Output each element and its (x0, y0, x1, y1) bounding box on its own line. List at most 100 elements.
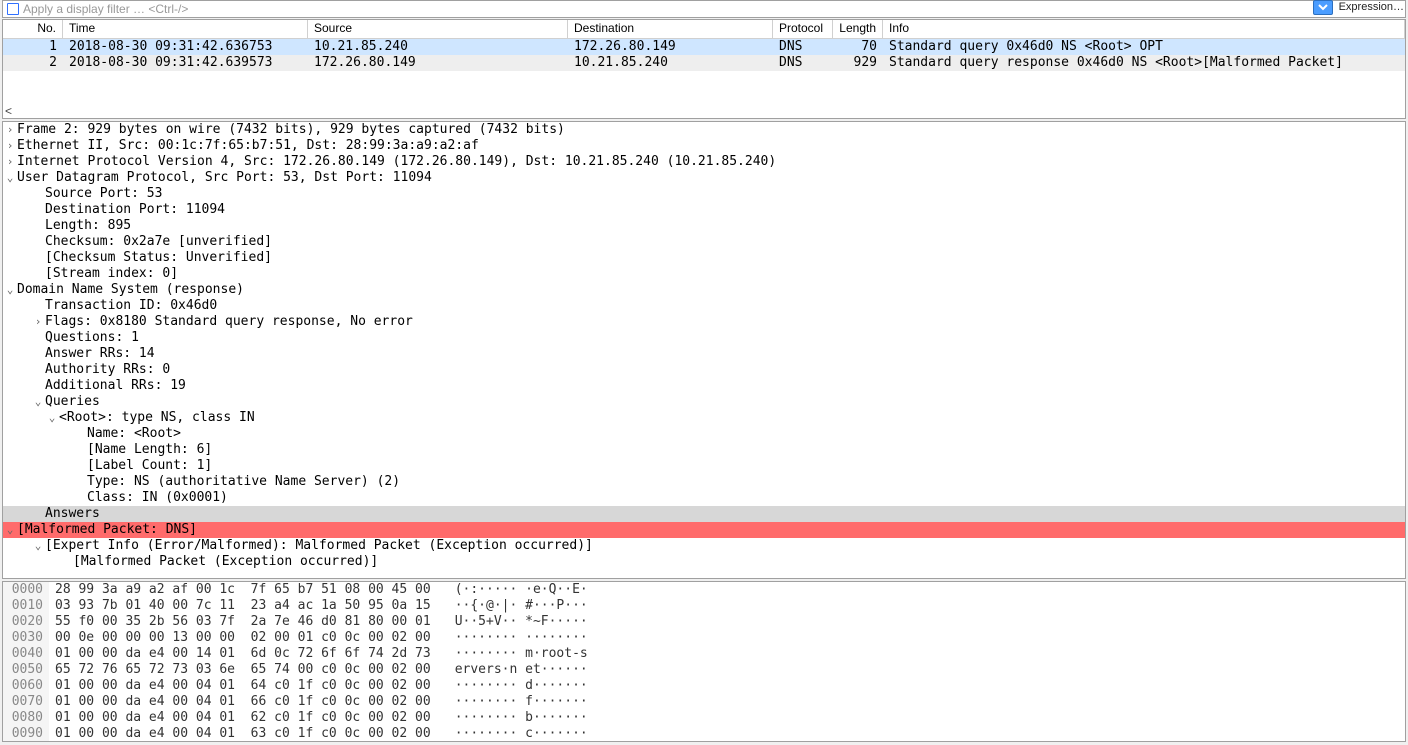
detail-text: <Root>: type NS, class IN (59, 410, 255, 426)
detail-line[interactable]: ⌄<Root>: type NS, class IN (3, 410, 1405, 426)
detail-line[interactable]: ⌄[Malformed Packet: DNS] (3, 522, 1405, 538)
collapse-icon[interactable]: ⌄ (3, 170, 17, 186)
hex-offset: 0030 (3, 630, 49, 646)
hex-row[interactable]: 004001 00 00 da e4 00 14 01 6d 0c 72 6f … (3, 646, 1405, 662)
detail-text: Length: 895 (45, 218, 131, 234)
detail-text: Additional RRs: 19 (45, 378, 186, 394)
col-header-info[interactable]: Info (883, 20, 1405, 38)
hex-bytes: 65 72 76 65 72 73 03 6e 65 74 00 c0 0c 0… (49, 662, 431, 678)
detail-line[interactable]: ⌄Queries (3, 394, 1405, 410)
hex-bytes: 00 0e 00 00 00 13 00 00 02 00 01 c0 0c 0… (49, 630, 431, 646)
detail-text: [Checksum Status: Unverified] (45, 250, 272, 266)
detail-text: User Datagram Protocol, Src Port: 53, Ds… (17, 170, 432, 186)
hex-offset: 0000 (3, 582, 49, 598)
hex-bytes: 01 00 00 da e4 00 04 01 62 c0 1f c0 0c 0… (49, 710, 431, 726)
detail-text: Destination Port: 11094 (45, 202, 225, 218)
col-header-dst[interactable]: Destination (568, 20, 773, 38)
bookmark-icon[interactable] (7, 3, 19, 15)
hex-offset: 0050 (3, 662, 49, 678)
col-header-no[interactable]: No. (3, 20, 63, 38)
detail-line[interactable]: Additional RRs: 19 (3, 378, 1405, 394)
detail-line[interactable]: Source Port: 53 (3, 186, 1405, 202)
hex-row[interactable]: 002055 f0 00 35 2b 56 03 7f 2a 7e 46 d0 … (3, 614, 1405, 630)
detail-text: [Malformed Packet (Exception occurred)] (73, 554, 378, 570)
detail-line[interactable]: ›Frame 2: 929 bytes on wire (7432 bits),… (3, 122, 1405, 138)
detail-line[interactable]: Class: IN (0x0001) (3, 490, 1405, 506)
hex-row[interactable]: 005065 72 76 65 72 73 03 6e 65 74 00 c0 … (3, 662, 1405, 678)
expand-icon[interactable]: › (3, 154, 17, 170)
detail-line[interactable]: [Checksum Status: Unverified] (3, 250, 1405, 266)
cell-dst: 172.26.80.149 (568, 39, 773, 55)
collapse-icon[interactable]: ⌄ (31, 394, 45, 410)
cell-len: 70 (833, 39, 883, 55)
packet-bytes-pane[interactable]: 000028 99 3a a9 a2 af 00 1c 7f 65 b7 51 … (2, 581, 1406, 742)
detail-text: Questions: 1 (45, 330, 139, 346)
hex-row[interactable]: 009001 00 00 da e4 00 04 01 63 c0 1f c0 … (3, 726, 1405, 742)
detail-line[interactable]: ⌄Domain Name System (response) (3, 282, 1405, 298)
detail-line[interactable]: Questions: 1 (3, 330, 1405, 346)
detail-line[interactable]: [Stream index: 0] (3, 266, 1405, 282)
col-header-proto[interactable]: Protocol (773, 20, 833, 38)
hex-row[interactable]: 003000 0e 00 00 00 13 00 00 02 00 01 c0 … (3, 630, 1405, 646)
detail-line[interactable]: ⌄[Expert Info (Error/Malformed): Malform… (3, 538, 1405, 554)
detail-text: Answers (45, 506, 100, 522)
detail-line[interactable]: ⌄User Datagram Protocol, Src Port: 53, D… (3, 170, 1405, 186)
collapse-icon[interactable]: ⌄ (3, 522, 17, 538)
col-header-time[interactable]: Time (63, 20, 308, 38)
hex-row[interactable]: 008001 00 00 da e4 00 04 01 62 c0 1f c0 … (3, 710, 1405, 726)
hex-ascii: ········ f······· (431, 694, 588, 710)
detail-line[interactable]: Name: <Root> (3, 426, 1405, 442)
detail-line[interactable]: ›Ethernet II, Src: 00:1c:7f:65:b7:51, Ds… (3, 138, 1405, 154)
hex-offset: 0010 (3, 598, 49, 614)
detail-line[interactable]: Destination Port: 11094 (3, 202, 1405, 218)
packet-details-pane[interactable]: ›Frame 2: 929 bytes on wire (7432 bits),… (2, 121, 1406, 579)
scrollbar-left-icon[interactable]: < (5, 104, 12, 118)
detail-line[interactable]: Length: 895 (3, 218, 1405, 234)
hex-ascii: U··5+V·· *~F····· (431, 614, 588, 630)
detail-line[interactable]: ›Flags: 0x8180 Standard query response, … (3, 314, 1405, 330)
hex-row[interactable]: 007001 00 00 da e4 00 04 01 66 c0 1f c0 … (3, 694, 1405, 710)
detail-text: [Name Length: 6] (87, 442, 212, 458)
cell-info: Standard query response 0x46d0 NS <Root>… (883, 55, 1405, 71)
expand-icon[interactable]: › (31, 314, 45, 330)
cell-time: 2018-08-30 09:31:42.639573 (63, 55, 308, 71)
packet-list-body[interactable]: 12018-08-30 09:31:42.63675310.21.85.2401… (3, 39, 1405, 71)
packet-list-header[interactable]: No. Time Source Destination Protocol Len… (3, 20, 1405, 39)
expand-icon[interactable]: › (3, 122, 17, 138)
detail-line[interactable]: ›Internet Protocol Version 4, Src: 172.2… (3, 154, 1405, 170)
detail-text: Queries (45, 394, 100, 410)
expression-link[interactable]: Expression… (1339, 1, 1406, 13)
display-filter-bar[interactable]: Apply a display filter … <Ctrl-/> (2, 0, 1406, 18)
display-filter-input[interactable]: Apply a display filter … <Ctrl-/> (23, 3, 1401, 15)
packet-row[interactable]: 22018-08-30 09:31:42.639573172.26.80.149… (3, 55, 1405, 71)
expand-icon[interactable]: › (3, 138, 17, 154)
hex-bytes: 01 00 00 da e4 00 04 01 63 c0 1f c0 0c 0… (49, 726, 431, 742)
collapse-icon[interactable]: ⌄ (31, 538, 45, 554)
hex-offset: 0060 (3, 678, 49, 694)
hex-bytes: 01 00 00 da e4 00 04 01 66 c0 1f c0 0c 0… (49, 694, 431, 710)
collapse-icon[interactable]: ⌄ (45, 410, 59, 426)
detail-line[interactable]: [Malformed Packet (Exception occurred)] (3, 554, 1405, 570)
apply-filter-button[interactable] (1313, 0, 1333, 15)
detail-line[interactable]: [Label Count: 1] (3, 458, 1405, 474)
detail-line[interactable]: Answer RRs: 14 (3, 346, 1405, 362)
collapse-icon[interactable]: ⌄ (3, 282, 17, 298)
detail-line[interactable]: Answers (3, 506, 1405, 522)
hex-row[interactable]: 000028 99 3a a9 a2 af 00 1c 7f 65 b7 51 … (3, 582, 1405, 598)
cell-info: Standard query 0x46d0 NS <Root> OPT (883, 39, 1405, 55)
packet-list-pane[interactable]: No. Time Source Destination Protocol Len… (2, 19, 1406, 119)
detail-line[interactable]: [Name Length: 6] (3, 442, 1405, 458)
col-header-src[interactable]: Source (308, 20, 568, 38)
detail-line[interactable]: Transaction ID: 0x46d0 (3, 298, 1405, 314)
detail-line[interactable]: Checksum: 0x2a7e [unverified] (3, 234, 1405, 250)
detail-text: [Malformed Packet: DNS] (17, 522, 197, 538)
detail-line[interactable]: Type: NS (authoritative Name Server) (2) (3, 474, 1405, 490)
detail-text: [Stream index: 0] (45, 266, 178, 282)
hex-ascii: ········ c······· (431, 726, 588, 742)
packet-row[interactable]: 12018-08-30 09:31:42.63675310.21.85.2401… (3, 39, 1405, 55)
hex-row[interactable]: 006001 00 00 da e4 00 04 01 64 c0 1f c0 … (3, 678, 1405, 694)
col-header-len[interactable]: Length (833, 20, 883, 38)
detail-text: Internet Protocol Version 4, Src: 172.26… (17, 154, 776, 170)
detail-line[interactable]: Authority RRs: 0 (3, 362, 1405, 378)
hex-row[interactable]: 001003 93 7b 01 40 00 7c 11 23 a4 ac 1a … (3, 598, 1405, 614)
